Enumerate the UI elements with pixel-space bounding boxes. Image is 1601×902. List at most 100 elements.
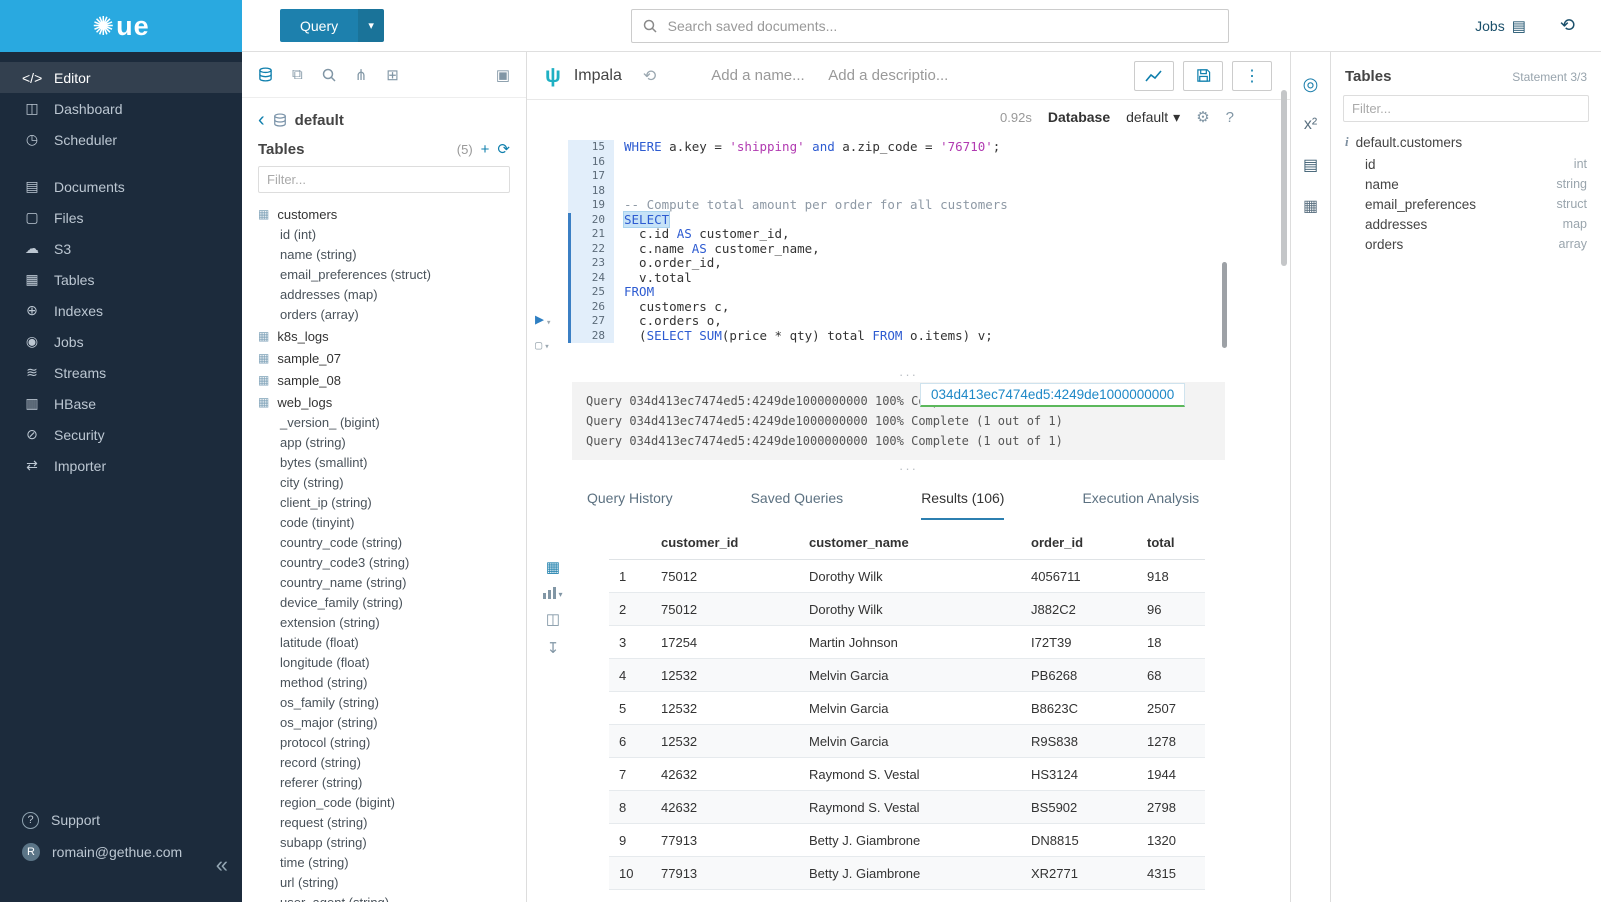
column-row[interactable]: email_preferencesstruct: [1331, 194, 1601, 214]
code-text[interactable]: o.order_id,: [614, 256, 722, 271]
table-row[interactable]: ▦customers: [258, 203, 526, 225]
column-row[interactable]: addressesmap: [1331, 214, 1601, 234]
column-row[interactable]: orders (array): [258, 305, 526, 325]
chart-button[interactable]: [1134, 61, 1174, 91]
language-reference-icon[interactable]: ▤: [1303, 155, 1318, 175]
column-row[interactable]: request (string): [258, 813, 526, 833]
code-text[interactable]: c.name AS customer_name,: [614, 242, 820, 257]
column-row[interactable]: country_code (string): [258, 533, 526, 553]
column-row[interactable]: code (tinyint): [258, 513, 526, 533]
sidebar-item-documents[interactable]: ▤Documents: [0, 171, 242, 202]
log-resize-handle[interactable]: ···: [527, 460, 1290, 476]
column-row[interactable]: ordersarray: [1331, 234, 1601, 254]
quick-query-icon[interactable]: ◎: [1303, 74, 1319, 95]
sidebar-item-editor[interactable]: </>Editor: [0, 62, 242, 93]
tab-query-history[interactable]: Query History: [587, 490, 673, 520]
schedule-icon[interactable]: ▦: [1303, 196, 1318, 216]
sidebar-item-dashboard[interactable]: ◫Dashboard: [0, 93, 242, 124]
column-row[interactable]: email_preferences (struct): [258, 265, 526, 285]
columns-view-icon[interactable]: ◫: [546, 610, 560, 628]
code-editor[interactable]: 15WHERE a.key = 'shipping' and a.zip_cod…: [527, 134, 1290, 366]
editor-help-icon[interactable]: ?: [1226, 109, 1234, 126]
column-row[interactable]: addresses (map): [258, 285, 526, 305]
code-text[interactable]: WHERE a.key = 'shipping' and a.zip_code …: [614, 140, 1000, 155]
code-text[interactable]: c.orders o,: [614, 314, 722, 329]
column-row[interactable]: latitude (float): [258, 633, 526, 653]
column-row[interactable]: device_family (string): [258, 593, 526, 613]
jobs-link[interactable]: Jobs ▤: [1475, 17, 1526, 35]
column-row[interactable]: url (string): [258, 873, 526, 893]
column-row[interactable]: city (string): [258, 473, 526, 493]
hue-logo[interactable]: ✺ ue: [0, 0, 242, 52]
column-row[interactable]: referer (string): [258, 773, 526, 793]
column-row[interactable]: region_code (bigint): [258, 793, 526, 813]
editor-settings-gear-icon[interactable]: ⚙: [1196, 108, 1209, 126]
sidebar-item-security[interactable]: ⊘Security: [0, 419, 242, 450]
column-row[interactable]: longitude (float): [258, 653, 526, 673]
column-header[interactable]: order_id: [1021, 526, 1137, 560]
search-input[interactable]: [666, 17, 1217, 35]
code-text[interactable]: -- Compute total amount per order for al…: [614, 198, 1008, 213]
query-id-tooltip[interactable]: 034d413ec7474ed5:4249de1000000000: [920, 383, 1185, 407]
sidebar-item-tables[interactable]: ▦Tables: [0, 264, 242, 295]
column-row[interactable]: namestring: [1331, 174, 1601, 194]
column-row[interactable]: name (string): [258, 245, 526, 265]
column-row[interactable]: idint: [1331, 154, 1601, 174]
chart-view-icon[interactable]: ▾: [543, 587, 562, 599]
column-row[interactable]: user_agent (string): [258, 893, 526, 902]
table-row[interactable]: ▦web_logs: [258, 391, 526, 413]
current-database-name[interactable]: default: [295, 112, 344, 129]
query-description-input[interactable]: [826, 66, 976, 85]
table-row[interactable]: ▦sample_07: [258, 347, 526, 369]
main-scrollbar[interactable]: [1281, 90, 1287, 266]
sidebar-item-hbase[interactable]: ▥HBase: [0, 388, 242, 419]
table-row[interactable]: ▦k8s_logs: [258, 325, 526, 347]
column-row[interactable]: _version_ (bigint): [258, 413, 526, 433]
column-row[interactable]: extension (string): [258, 613, 526, 633]
editor-history-icon[interactable]: ⟲: [643, 66, 656, 86]
database-select[interactable]: default ▾: [1126, 109, 1180, 126]
table-row[interactable]: ▦sample_08: [258, 369, 526, 391]
collections-source-icon[interactable]: ▣: [496, 66, 510, 84]
sidebar-item-support[interactable]: ? Support: [0, 804, 242, 836]
grid-view-icon[interactable]: ▦: [546, 558, 560, 576]
column-row[interactable]: time (string): [258, 853, 526, 873]
new-query-button[interactable]: Query ▾: [280, 9, 384, 42]
column-row[interactable]: country_code3 (string): [258, 553, 526, 573]
right-panel-filter-input[interactable]: [1343, 95, 1589, 122]
download-results-icon[interactable]: ↧: [547, 639, 560, 657]
column-row[interactable]: os_major (string): [258, 713, 526, 733]
refresh-tables-icon[interactable]: ⟳: [497, 140, 510, 158]
sidebar-item-jobs[interactable]: ◉Jobs: [0, 326, 242, 357]
more-actions-button[interactable]: ⋮: [1232, 61, 1272, 91]
apps-source-icon[interactable]: ⊞: [386, 66, 399, 84]
column-row[interactable]: bytes (smallint): [258, 453, 526, 473]
code-text[interactable]: v.total: [614, 271, 692, 286]
sidebar-item-importer[interactable]: ⇄Importer: [0, 450, 242, 481]
code-text[interactable]: customers c,: [614, 300, 729, 315]
column-header[interactable]: customer_id: [651, 526, 799, 560]
global-search[interactable]: [631, 9, 1229, 43]
column-row[interactable]: method (string): [258, 673, 526, 693]
column-row[interactable]: app (string): [258, 433, 526, 453]
code-text[interactable]: [614, 155, 624, 170]
editor-resize-handle[interactable]: ···: [527, 366, 1290, 382]
code-text[interactable]: c.id AS customer_id,: [614, 227, 790, 242]
query-dropdown-caret[interactable]: ▾: [358, 9, 384, 42]
column-header[interactable]: customer_name: [799, 526, 1021, 560]
tab-execution-analysis[interactable]: Execution Analysis: [1082, 490, 1199, 520]
functions-icon[interactable]: x²: [1304, 116, 1317, 134]
tab-results-106-[interactable]: Results (106): [921, 490, 1004, 520]
editor-scrollbar[interactable]: [1222, 262, 1227, 348]
execute-query-button[interactable]: ▶ ▾: [535, 310, 551, 328]
sidebar-item-s3[interactable]: ☁S3: [0, 233, 242, 264]
documents-source-icon[interactable]: ⧉: [292, 66, 303, 83]
column-row[interactable]: client_ip (string): [258, 493, 526, 513]
column-row[interactable]: id (int): [258, 225, 526, 245]
tab-saved-queries[interactable]: Saved Queries: [751, 490, 844, 520]
add-table-icon[interactable]: +: [481, 141, 490, 158]
column-row[interactable]: country_name (string): [258, 573, 526, 593]
column-header[interactable]: total: [1137, 526, 1205, 560]
sql-source-icon[interactable]: [258, 67, 273, 82]
active-table-row[interactable]: i default.customers: [1331, 132, 1601, 154]
